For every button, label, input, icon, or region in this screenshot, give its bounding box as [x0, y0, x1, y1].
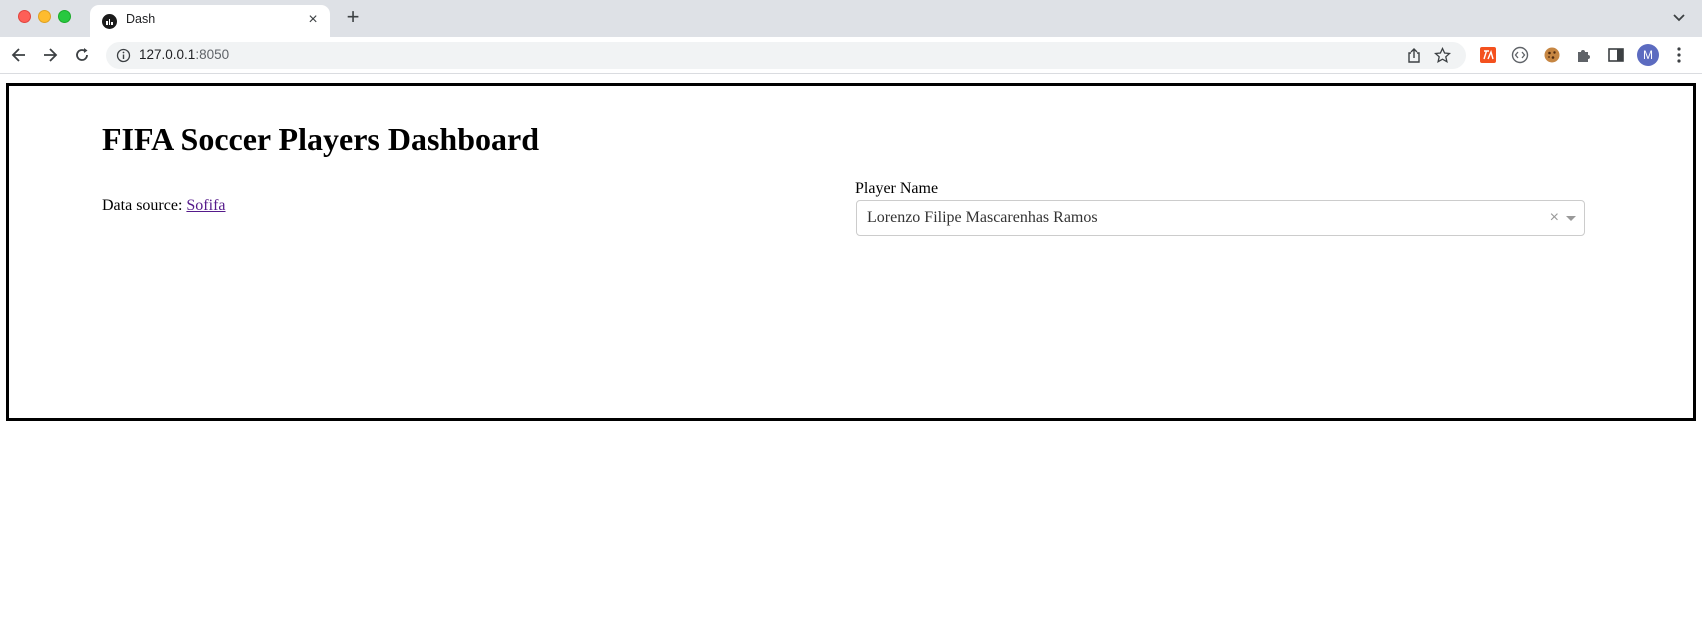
dash-favicon-icon: [102, 14, 117, 29]
url-text: 127.0.0.1:8050: [139, 47, 229, 62]
player-name-dropdown[interactable]: Lorenzo Filipe Mascarenhas Ramos ×: [856, 200, 1585, 236]
data-source-line: Data source: Sofifa: [102, 197, 226, 215]
bookmark-star-icon[interactable]: [1434, 47, 1451, 64]
data-source-link[interactable]: Sofifa: [186, 197, 225, 214]
forward-arrow-icon[interactable]: [40, 45, 60, 65]
minimize-window-button[interactable]: [38, 10, 51, 23]
tab-title: Dash: [126, 12, 156, 26]
url-port: :8050: [195, 47, 230, 62]
translate-extension-icon[interactable]: [1478, 45, 1498, 65]
back-arrow-icon[interactable]: [9, 45, 29, 65]
more-options-icon[interactable]: [1675, 46, 1683, 64]
close-window-button[interactable]: [18, 10, 31, 23]
browser-toolbar: 127.0.0.1:8050 M: [0, 37, 1702, 74]
maximize-window-button[interactable]: [58, 10, 71, 23]
data-source-prefix: Data source:: [102, 197, 187, 214]
site-info-icon[interactable]: [116, 48, 131, 63]
page-title: FIFA Soccer Players Dashboard: [102, 121, 539, 157]
tab-close-icon[interactable]: ×: [304, 11, 322, 29]
url-host: 127.0.0.1: [139, 47, 196, 62]
extensions-puzzle-icon[interactable]: [1574, 45, 1594, 65]
profile-avatar[interactable]: M: [1637, 44, 1659, 66]
player-name-label: Player Name: [855, 180, 939, 197]
reload-icon[interactable]: [72, 45, 92, 65]
chevron-down-icon[interactable]: [1672, 10, 1686, 24]
player-name-selected-value: Lorenzo Filipe Mascarenhas Ramos: [867, 209, 1098, 226]
new-tab-button[interactable]: +: [342, 6, 364, 28]
side-panel-icon[interactable]: [1606, 45, 1626, 65]
share-icon[interactable]: [1406, 47, 1422, 64]
code-extension-icon[interactable]: [1510, 45, 1530, 65]
cookie-extension-icon[interactable]: [1542, 45, 1562, 65]
browser-tab-bar: Dash × +: [0, 0, 1702, 37]
dropdown-arrow-icon[interactable]: [1566, 216, 1576, 221]
address-bar[interactable]: 127.0.0.1:8050: [106, 42, 1466, 69]
clear-selection-icon[interactable]: ×: [1550, 209, 1559, 227]
browser-tab-active[interactable]: Dash ×: [90, 5, 330, 37]
